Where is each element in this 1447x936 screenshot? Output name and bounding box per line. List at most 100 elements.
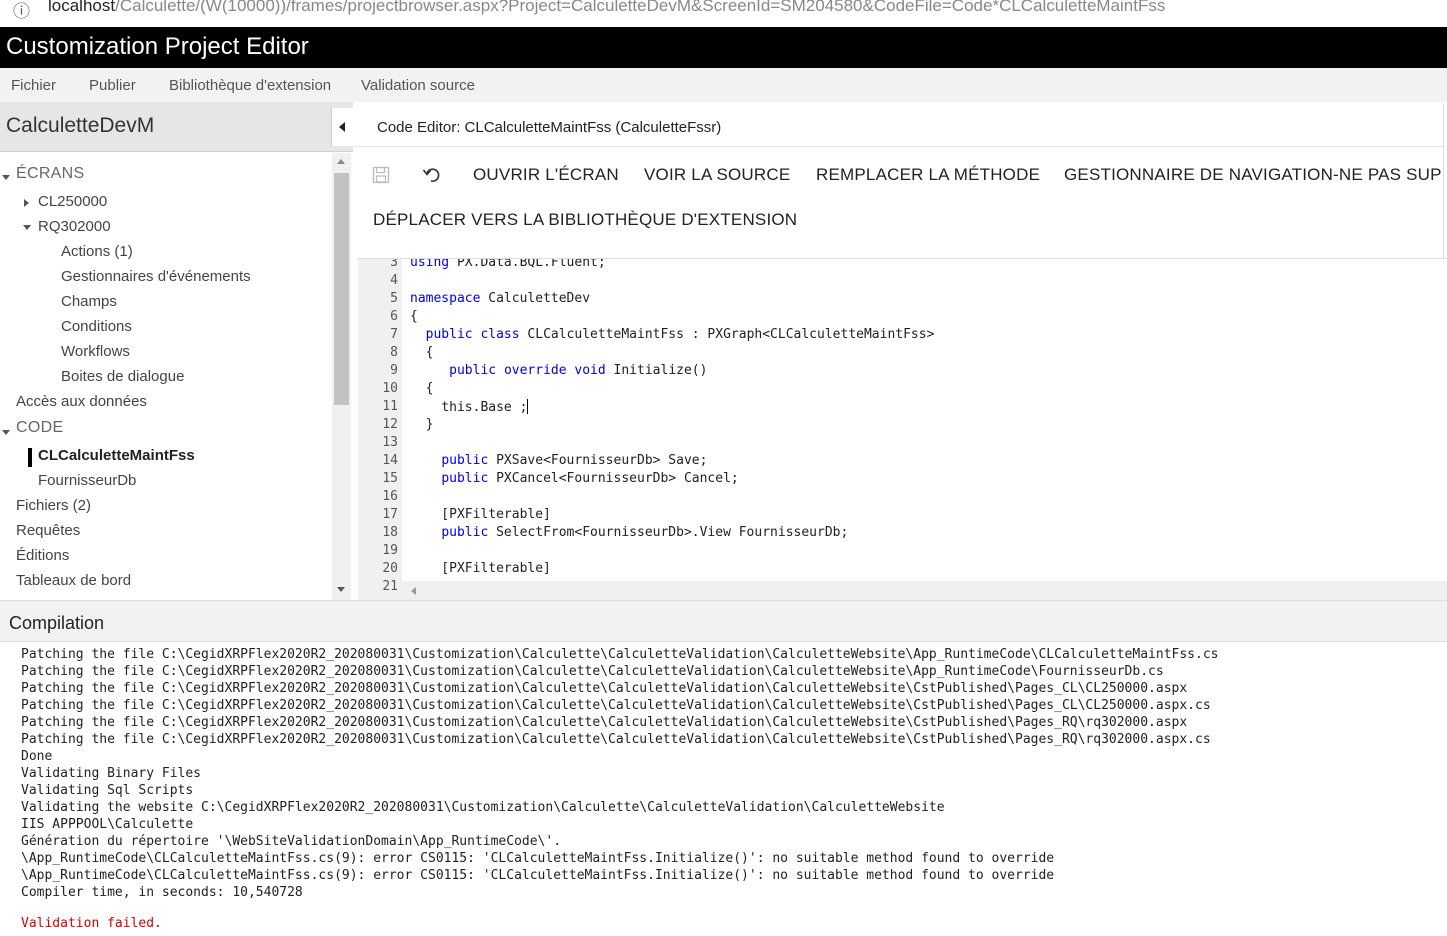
tree-section-ecrans[interactable]: ÉCRANS (16, 165, 84, 183)
log-line: Validating Sql Scripts (21, 783, 194, 798)
expand-cl250000-icon[interactable] (24, 199, 29, 207)
log-line: \App_RuntimeCode\CLCalculetteMaintFss.cs… (21, 868, 1055, 883)
menu-bar: Fichier Publier Bibliothèque d'extension… (0, 68, 1447, 102)
save-icon[interactable] (372, 166, 390, 189)
tree-item-fichiers[interactable]: Fichiers (2) (16, 497, 91, 514)
code-line: public PXCancel<FournisseurDb> Cancel; (441, 471, 739, 486)
undo-icon[interactable] (422, 166, 442, 189)
tree-item-acces[interactable]: Accès aux données (16, 393, 147, 410)
line-number: 18 (382, 525, 398, 540)
tree-section-code[interactable]: CODE (16, 419, 63, 437)
menu-bibliotheque[interactable]: Bibliothèque d'extension (169, 77, 331, 94)
tree-item-champs[interactable]: Champs (61, 293, 117, 310)
code-line: namespace CalculetteDev (410, 291, 591, 306)
tree-item-workflows[interactable]: Workflows (61, 343, 130, 360)
tree-item-fournisseurdb[interactable]: FournisseurDb (38, 472, 136, 489)
scroll-down-icon[interactable] (337, 587, 345, 592)
code-token: void (574, 363, 606, 378)
info-icon[interactable]: ⓘ (13, 0, 30, 22)
log-line: Génération du répertoire '\WebSiteValida… (21, 834, 562, 849)
line-number: 16 (382, 489, 398, 504)
code-horizontal-scrollbar[interactable] (402, 581, 1447, 600)
app-title: Customization Project Editor (6, 33, 309, 60)
line-number: 14 (382, 453, 398, 468)
deplacer-bibliotheque-button[interactable]: DÉPLACER VERS LA BIBLIOTHÈQUE D'EXTENSIO… (373, 210, 797, 230)
log-line: Patching the file C:\CegidXRPFlex2020R2_… (21, 664, 1164, 679)
scroll-up-icon[interactable] (337, 159, 345, 164)
compilation-log: Patching the file C:\CegidXRPFlex2020R2_… (0, 642, 1447, 936)
code-line: public SelectFrom<FournisseurDb>.View Fo… (441, 525, 849, 540)
log-line: Patching the file C:\CegidXRPFlex2020R2_… (21, 732, 1211, 747)
line-number: 5 (390, 291, 398, 306)
scrollbar-thumb[interactable] (334, 173, 349, 405)
code-line: using PX.Data.BQL.Fluent; (410, 258, 606, 270)
text-cursor (527, 399, 529, 414)
collapse-panel-button[interactable] (331, 108, 353, 146)
tree-item-rq302000[interactable]: RQ302000 (38, 218, 111, 235)
expand-ecrans-icon[interactable] (2, 175, 10, 180)
project-name: CalculetteDevM (6, 114, 155, 137)
log-line: Validating Binary Files (21, 766, 202, 781)
project-tree: ÉCRANS CL250000 RQ302000 Actions (1) Ges… (0, 153, 331, 600)
line-number: 7 (390, 327, 398, 342)
voir-source-button[interactable]: VOIR LA SOURCE (644, 165, 790, 185)
collapse-rq302000-icon[interactable] (23, 225, 31, 230)
line-number: 13 (382, 435, 398, 450)
tree-item-editions[interactable]: Éditions (16, 547, 69, 564)
url-path: /Calculette/(W(10000))/frames/projectbro… (115, 0, 1166, 15)
tree-item-conditions[interactable]: Conditions (61, 318, 132, 335)
line-number: 8 (390, 345, 398, 360)
code-line: this.Base ; (410, 399, 529, 415)
tree-scrollbar[interactable] (332, 153, 351, 600)
menu-validation-source[interactable]: Validation source (361, 77, 475, 94)
tree-item-gestionnaires[interactable]: Gestionnaires d'événements (61, 268, 251, 285)
validation-status: Validation failed. (21, 916, 162, 931)
tree-item-actions[interactable]: Actions (1) (61, 243, 133, 260)
line-number: 3 (390, 258, 398, 270)
code-token: using (410, 258, 450, 270)
expand-code-icon[interactable] (2, 430, 10, 435)
url-text[interactable]: localhost/Calculette/(W(10000))/frames/p… (48, 0, 1165, 16)
log-line: Patching the file C:\CegidXRPFlex2020R2_… (21, 698, 1211, 713)
line-number: 12 (382, 417, 398, 432)
code-token: class (480, 327, 520, 342)
divider (355, 146, 1447, 147)
tree-item-cl250000[interactable]: CL250000 (38, 193, 107, 210)
url-host: localhost (48, 0, 116, 15)
line-number: 9 (390, 363, 398, 378)
code-line: { (410, 345, 434, 360)
line-number: 21 (382, 579, 398, 594)
line-gutter: 3 4 5 6 7 8 9 10 11 12 13 14 15 16 17 18… (358, 259, 402, 600)
code-token: public (441, 471, 489, 486)
log-line: IIS APPPOOL\Calculette (21, 817, 194, 832)
address-bar[interactable]: ⓘ localhost/Calculette/(W(10000))/frames… (0, 0, 1447, 27)
code-token: namespace (410, 291, 481, 306)
log-line: Compiler time, in seconds: 10,540728 (21, 885, 303, 900)
code-token: public (441, 525, 489, 540)
code-line: public PXSave<FournisseurDb> Save; (441, 453, 708, 468)
line-number: 6 (390, 309, 398, 324)
selection-indicator (28, 448, 32, 467)
tree-item-requetes[interactable]: Requêtes (16, 522, 80, 539)
menu-publier[interactable]: Publier (89, 77, 136, 94)
log-line: Patching the file C:\CegidXRPFlex2020R2_… (21, 715, 1188, 730)
log-line: Validating the website C:\CegidXRPFlex20… (21, 800, 945, 815)
ouvrir-ecran-button[interactable]: OUVRIR L'ÉCRAN (473, 165, 619, 185)
log-line: Patching the file C:\CegidXRPFlex2020R2_… (21, 681, 1188, 696)
log-line: \App_RuntimeCode\CLCalculetteMaintFss.cs… (21, 851, 1055, 866)
tree-item-clcalculettemaintfss[interactable]: CLCalculetteMaintFss (38, 447, 195, 464)
code-editor[interactable]: 3 4 5 6 7 8 9 10 11 12 13 14 15 16 17 18… (358, 258, 1447, 600)
tree-item-tableaux[interactable]: Tableaux de bord (16, 572, 131, 589)
code-line: public class CLCalculetteMaintFss : PXGr… (425, 327, 935, 342)
scroll-left-icon[interactable] (411, 587, 416, 595)
compilation-title: Compilation (9, 613, 105, 633)
editor-title: Code Editor: CLCalculetteMaintFss (Calcu… (377, 119, 722, 136)
code-line: public override void Initialize() (449, 363, 708, 378)
menu-fichier[interactable]: Fichier (11, 77, 56, 94)
line-number: 19 (382, 543, 398, 558)
line-number: 4 (390, 273, 398, 288)
gestionnaire-navigation-button[interactable]: GESTIONNAIRE DE NAVIGATION-NE PAS SUPPRI… (1064, 165, 1447, 185)
tree-item-boites[interactable]: Boites de dialogue (61, 368, 184, 385)
remplacer-methode-button[interactable]: REMPLACER LA MÉTHODE (816, 165, 1040, 185)
line-number: 11 (382, 399, 398, 414)
